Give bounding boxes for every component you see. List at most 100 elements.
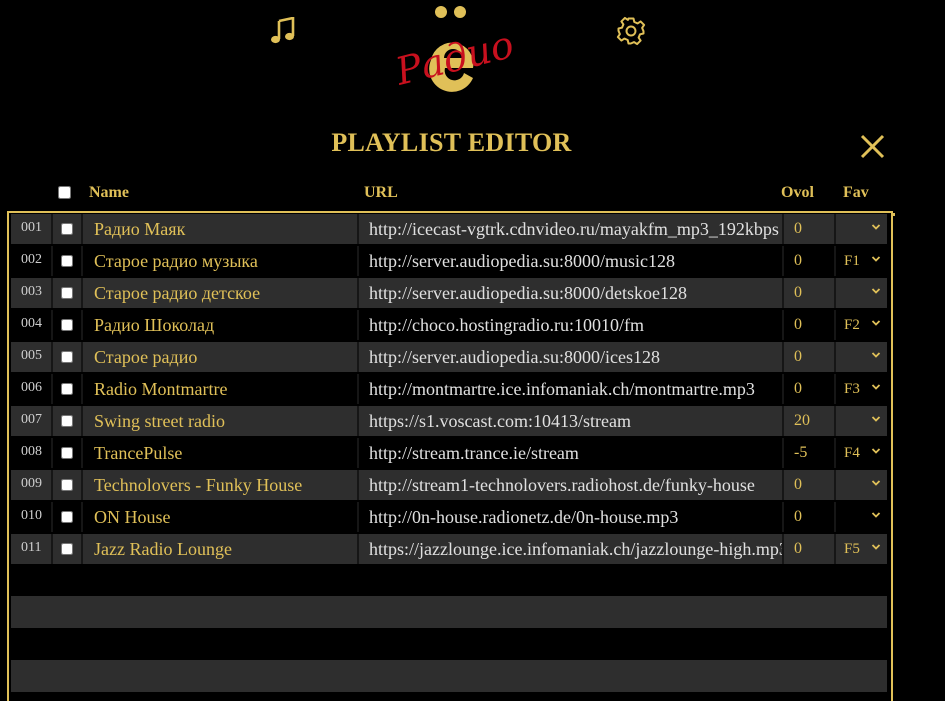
row-checkbox-cell [51,374,81,404]
station-name-field[interactable]: ON House [81,502,357,532]
station-name-field[interactable]: Swing street radio [81,406,357,436]
fav-select[interactable]: F5 [834,534,887,564]
gear-icon[interactable] [616,16,646,46]
row-checkbox-cell [51,214,81,244]
empty-row[interactable] [11,660,887,692]
close-icon[interactable] [858,132,888,162]
row-checkbox-cell [51,406,81,436]
row-checkbox[interactable] [61,287,73,299]
station-name-field[interactable]: Радио Шоколад [81,310,357,340]
ovol-field[interactable]: 0 [782,502,834,532]
station-name-field[interactable]: Старое радио [81,342,357,372]
row-checkbox[interactable] [61,543,73,555]
row-number: 001 [21,220,42,235]
table-row[interactable]: 005 Старое радио http://server.audiopedi… [11,342,887,372]
station-name-field[interactable]: Радио Маяк [81,214,357,244]
station-url-field[interactable]: http://icecast-vgtrk.cdnvideo.ru/mayakfm… [357,214,782,244]
row-checkbox-cell [51,310,81,340]
table-row[interactable]: 001 Радио Маяк http://icecast-vgtrk.cdnv… [11,214,887,244]
playlist-table: 001 Радио Маяк http://icecast-vgtrk.cdnv… [7,211,893,701]
row-number: 007 [21,412,42,427]
row-number: 006 [21,380,42,395]
station-url-field[interactable]: http://server.audiopedia.su:8000/music12… [357,246,782,276]
ovol-field[interactable]: 0 [782,278,834,308]
radio-logo: Радио [390,0,525,94]
ovol-field[interactable]: 0 [782,470,834,500]
fav-select[interactable] [834,214,887,244]
station-url-field[interactable]: http://server.audiopedia.su:8000/detskoe… [357,278,782,308]
table-row[interactable]: 011 Jazz Radio Lounge https://jazzlounge… [11,534,887,564]
station-url-field[interactable]: https://s1.voscast.com:10413/stream [357,406,782,436]
table-row[interactable]: 008 TrancePulse http://stream.trance.ie/… [11,438,887,468]
station-name-field[interactable]: TrancePulse [81,438,357,468]
row-number: 008 [21,444,42,459]
table-row[interactable]: 002 Старое радио музыка http://server.au… [11,246,887,276]
station-url-field[interactable]: https://jazzlounge.ice.infomaniak.ch/jaz… [357,534,782,564]
fav-value: F1 [844,253,860,269]
row-checkbox[interactable] [61,479,73,491]
row-checkbox[interactable] [61,511,73,523]
table-row[interactable]: 004 Радио Шоколад http://choco.hostingra… [11,310,887,340]
chevron-down-icon [871,256,881,262]
column-header-fav: Fav [843,184,869,201]
row-checkbox[interactable] [61,319,73,331]
station-url-field[interactable]: http://stream.trance.ie/stream [357,438,782,468]
station-name-field[interactable]: Старое радио детское [81,278,357,308]
ovol-field[interactable]: 0 [782,342,834,372]
fav-value: F2 [844,317,860,333]
fav-select[interactable] [834,278,887,308]
ovol-field[interactable]: -5 [782,438,834,468]
station-url-field[interactable]: http://0n-house.radionetz.de/0n-house.mp… [357,502,782,532]
row-checkbox[interactable] [61,255,73,267]
ovol-field[interactable]: 0 [782,214,834,244]
station-url-field[interactable]: http://server.audiopedia.su:8000/ices128 [357,342,782,372]
music-note-icon[interactable] [270,16,296,45]
column-header-name: Name [89,184,129,201]
row-checkbox-cell [51,246,81,276]
row-checkbox[interactable] [61,415,73,427]
ovol-field[interactable]: 0 [782,310,834,340]
row-checkbox[interactable] [61,351,73,363]
empty-row[interactable] [11,596,887,628]
table-row[interactable]: 006 Radio Montmartre http://montmartre.i… [11,374,887,404]
row-checkbox[interactable] [61,223,73,235]
chevron-down-icon [871,352,881,358]
fav-select[interactable] [834,470,887,500]
station-name-field[interactable]: Jazz Radio Lounge [81,534,357,564]
table-row[interactable]: 007 Swing street radio https://s1.voscas… [11,406,887,436]
table-row[interactable]: 010 ON House http://0n-house.radionetz.d… [11,502,887,532]
station-url-field[interactable]: http://montmartre.ice.infomaniak.ch/mont… [357,374,782,404]
station-name-field[interactable]: Technolovers - Funky House [81,470,357,500]
table-row[interactable]: 003 Старое радио детское http://server.a… [11,278,887,308]
ovol-field[interactable]: 0 [782,246,834,276]
row-checkbox[interactable] [61,447,73,459]
row-checkbox-cell [51,534,81,564]
chevron-down-icon [871,512,881,518]
ovol-field[interactable]: 20 [782,406,834,436]
row-number: 011 [21,540,42,555]
station-url-field[interactable]: http://stream1-technolovers.radiohost.de… [357,470,782,500]
fav-select[interactable] [834,502,887,532]
fav-select[interactable]: F1 [834,246,887,276]
row-number: 002 [21,252,42,267]
column-header-url: URL [364,184,398,201]
fav-select[interactable]: F2 [834,310,887,340]
select-all-checkbox[interactable] [58,186,71,199]
ovol-field[interactable]: 0 [782,534,834,564]
fav-select[interactable]: F3 [834,374,887,404]
station-url-field[interactable]: http://choco.hostingradio.ru:10010/fm [357,310,782,340]
ovol-field[interactable]: 0 [782,374,834,404]
row-number: 009 [21,476,42,491]
scroll-indicator[interactable] [892,213,895,216]
chevron-down-icon [871,448,881,454]
row-number: 010 [21,508,42,523]
row-number: 005 [21,348,42,363]
chevron-down-icon [871,480,881,486]
station-name-field[interactable]: Старое радио музыка [81,246,357,276]
fav-select[interactable] [834,342,887,372]
table-row[interactable]: 009 Technolovers - Funky House http://st… [11,470,887,500]
row-checkbox[interactable] [61,383,73,395]
fav-select[interactable]: F4 [834,438,887,468]
fav-select[interactable] [834,406,887,436]
station-name-field[interactable]: Radio Montmartre [81,374,357,404]
